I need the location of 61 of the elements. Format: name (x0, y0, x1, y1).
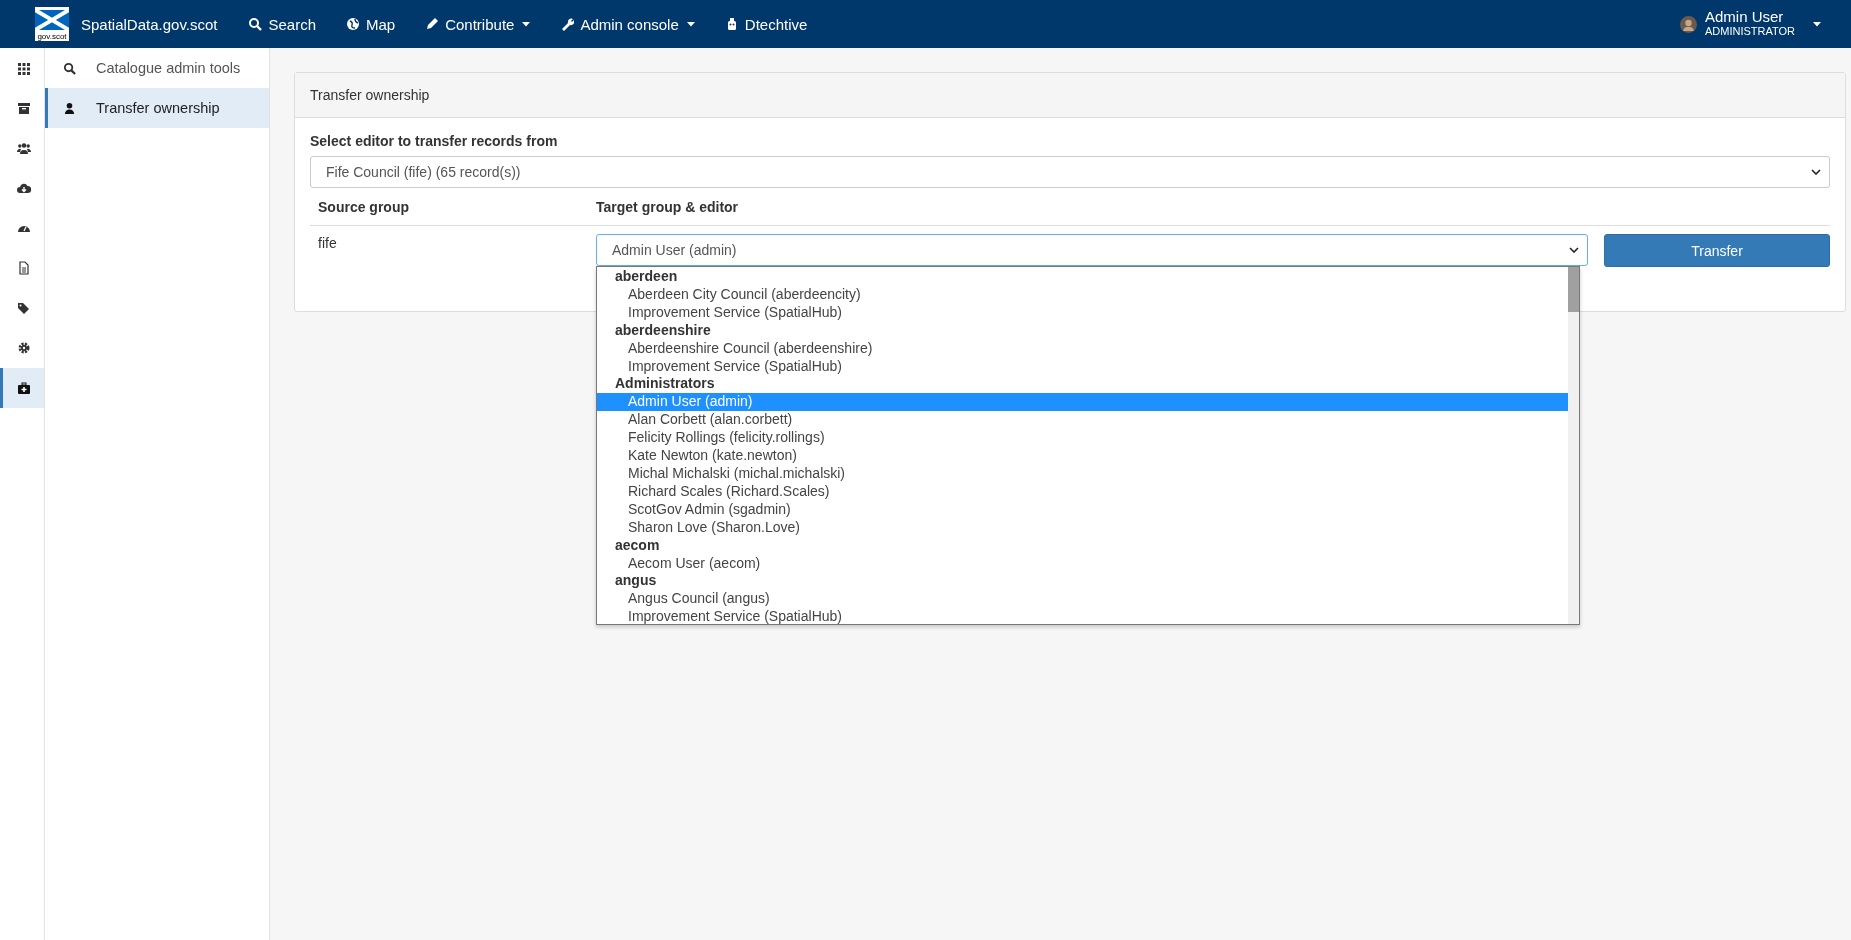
globe-icon (346, 17, 360, 31)
panel-title: Transfer ownership (310, 87, 430, 103)
nav-link[interactable]: Map (346, 15, 396, 33)
rail-item[interactable] (0, 368, 44, 408)
target-editor-select[interactable]: Admin User (admin) (596, 234, 1588, 266)
sidebar-item[interactable]: Transfer ownership (45, 88, 269, 128)
scrollbar[interactable] (1568, 267, 1579, 624)
brand-link[interactable]: SpatialData.gov.scot (81, 15, 218, 33)
search-icon (63, 61, 76, 75)
dropdown-option[interactable]: Kate Newton (kate.newton) (597, 447, 1568, 465)
nav-link[interactable]: Dtechtive (724, 15, 808, 33)
table-cell-text: fife (317, 234, 338, 251)
caret-icon (1813, 21, 1821, 27)
chevron-down-icon (1569, 247, 1579, 253)
people-icon (16, 141, 31, 155)
grid-icon (16, 61, 31, 75)
option-group-label: aberdeen (614, 268, 679, 286)
archive-box-icon (16, 101, 31, 115)
dropdown-option[interactable]: Michal Michalski (michal.michalski) (597, 464, 1568, 483)
dropdown-option[interactable]: Richard Scales (Richard.Scales) (597, 482, 1568, 501)
dropdown-option[interactable]: Angus Council (angus) (597, 590, 1568, 609)
caret-icon (686, 21, 695, 27)
avatar-icon (1679, 15, 1697, 33)
dropdown-option[interactable]: Sharon Love (Sharon.Love) (597, 518, 1568, 537)
column-header: Target group & editor (596, 198, 740, 215)
column-header: Source group (317, 198, 410, 215)
dropdown-option[interactable]: Alan Corbett (alan.corbett) (597, 411, 1568, 430)
document-icon (16, 261, 31, 275)
cloud-download-icon (16, 181, 31, 195)
user-role: ADMINISTRATOR (1704, 24, 1795, 39)
saltire-logo[interactable]: gov.scot (35, 7, 69, 41)
user-icon (63, 101, 76, 115)
nav-link[interactable]: Contribute (425, 15, 531, 33)
dropdown-option[interactable]: Improvement Service (SpatialHub) (597, 357, 1568, 376)
search-icon (248, 17, 263, 31)
dropdown-option[interactable]: Aecom User (aecom) (597, 554, 1568, 573)
dropdown-option[interactable]: Felicity Rollings (felicity.rollings) (597, 429, 1568, 448)
option-group-label: aberdeenshire (614, 321, 712, 340)
dropdown-option[interactable]: ScotGov Admin (sgadmin) (597, 500, 1568, 519)
dropdown-option[interactable]: Improvement Service (SpatialHub) (597, 608, 1568, 627)
dropdown-option[interactable]: Aberdeenshire Council (aberdeenshire) (597, 339, 1568, 358)
option-group-label: angus (614, 572, 658, 591)
wrench-icon (560, 17, 575, 31)
option-group-label: aecom (614, 536, 661, 555)
field-label: Select editor to transfer records from (310, 133, 559, 149)
source-editor-select[interactable]: Fife Council (fife) (65 record(s)) (310, 156, 1830, 188)
dropdown-option[interactable]: Improvement Service (SpatialHub) (597, 303, 1568, 322)
tags-icon (16, 301, 31, 315)
settings-icon (16, 341, 31, 355)
user-name: Admin User (1704, 9, 1785, 24)
pencil-icon (425, 17, 440, 31)
sidebar-item[interactable]: Catalogue admin tools (45, 48, 269, 88)
medical-case-icon (16, 381, 31, 395)
user-menu[interactable]: Admin User ADMINISTRATOR (1679, 9, 1821, 39)
nav-link[interactable]: Search (248, 15, 316, 33)
dropdown-option[interactable]: Aberdeen City Council (aberdeencity) (597, 285, 1568, 304)
nav-link[interactable]: Admin console (560, 15, 695, 33)
transfer-button[interactable]: Transfer (1604, 234, 1830, 267)
caret-icon (522, 21, 531, 27)
option-group-label: Administrators (614, 375, 716, 394)
chevron-down-icon (1811, 169, 1821, 175)
